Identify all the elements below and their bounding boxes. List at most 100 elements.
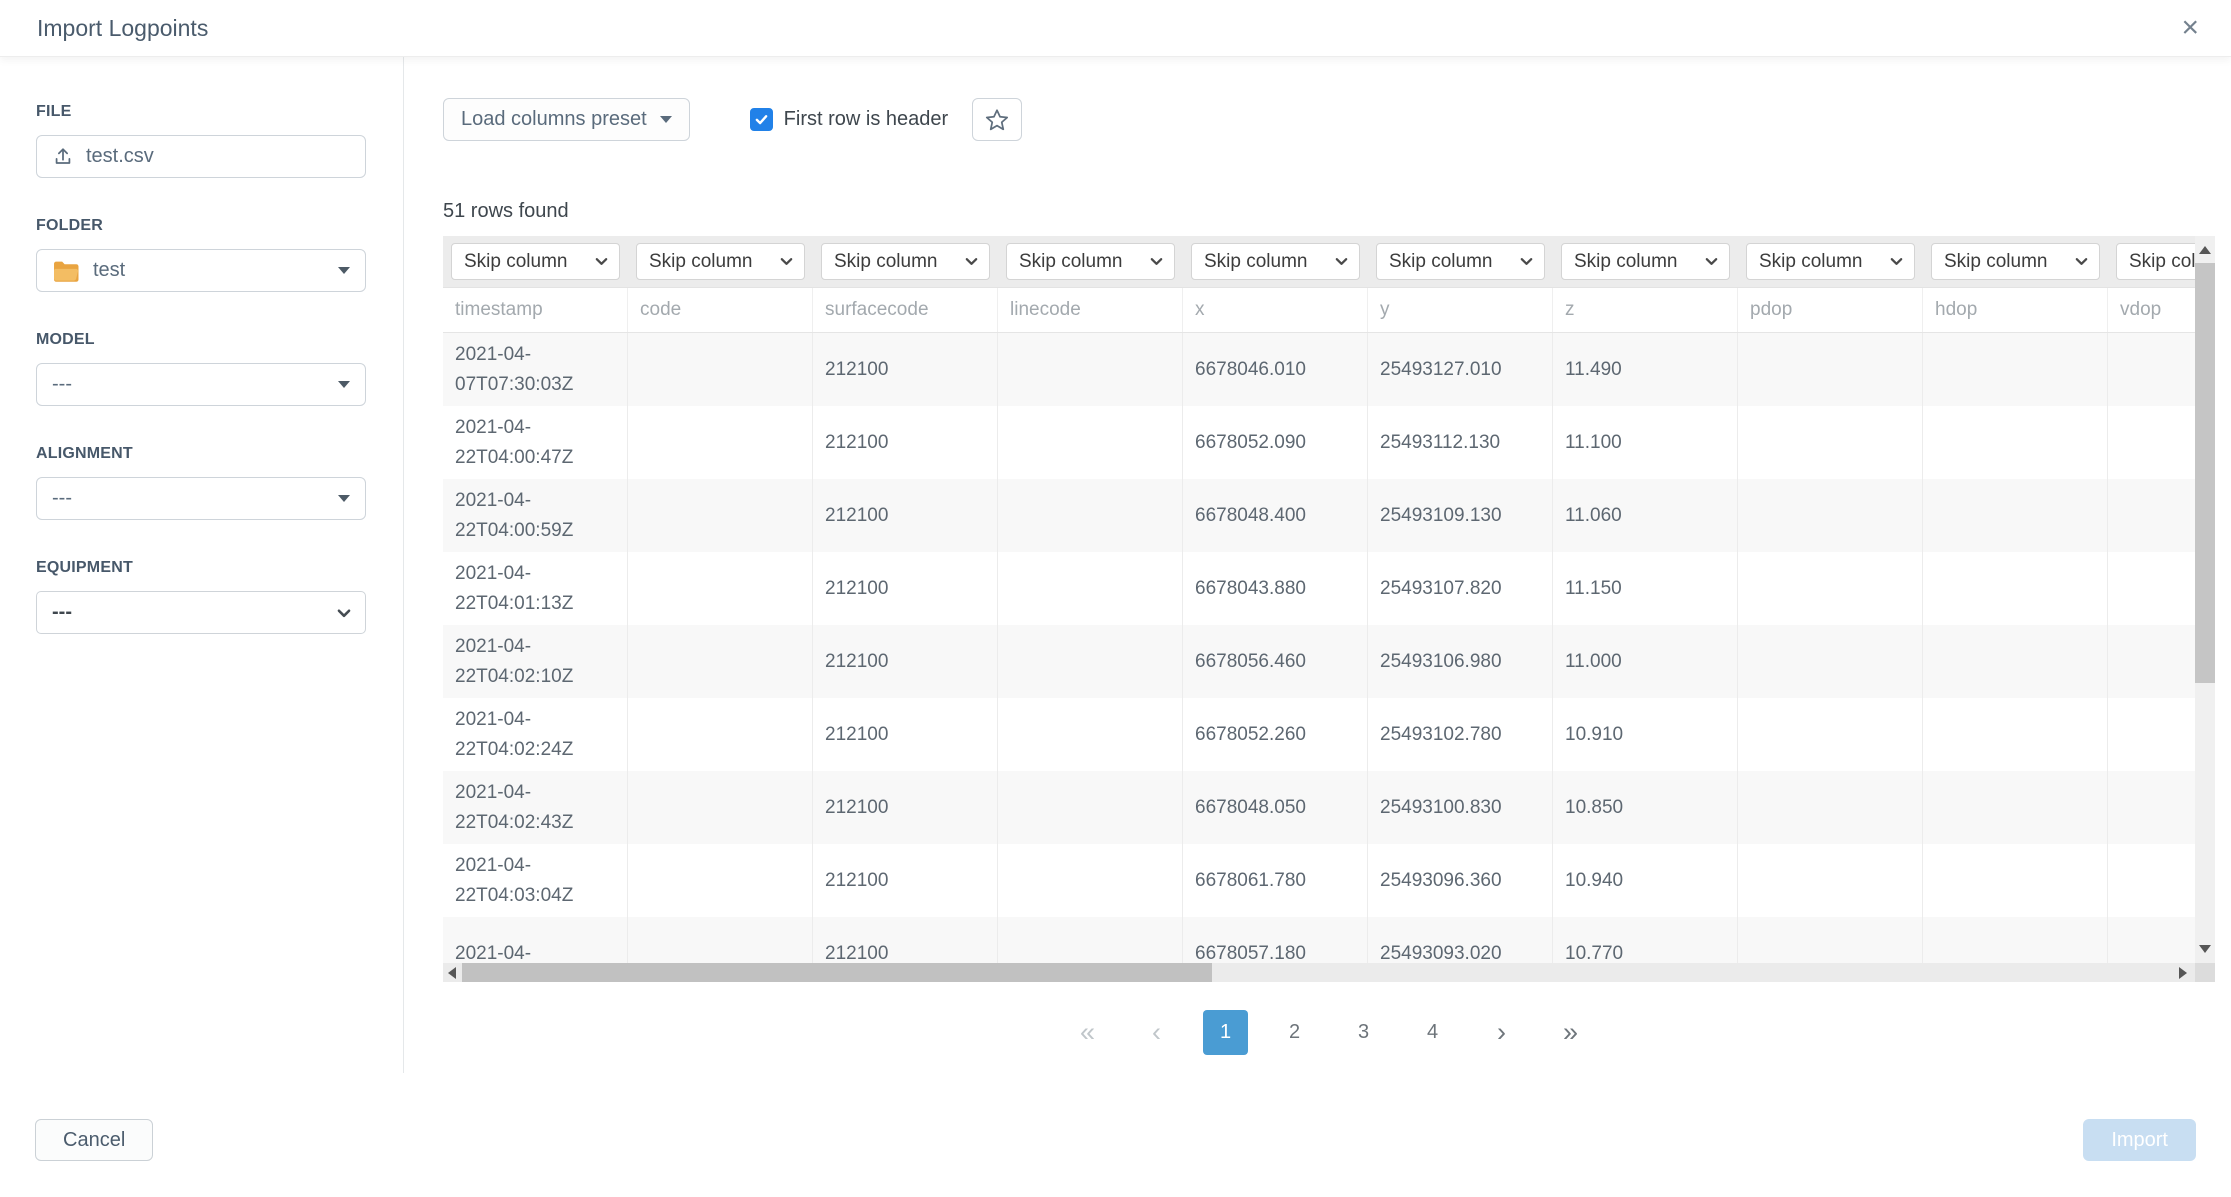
skip-column-select[interactable]: Skip column <box>451 243 620 280</box>
cell-code <box>628 406 813 479</box>
scroll-right-icon[interactable] <box>2179 967 2187 979</box>
skip-select-cell: Skip column <box>1553 243 1738 280</box>
cell-pdop <box>1738 625 1923 698</box>
alignment-select[interactable]: --- <box>36 477 366 520</box>
horizontal-scrollbar[interactable] <box>443 963 2215 982</box>
chevron-down-icon <box>964 254 979 269</box>
cell-pdop <box>1738 771 1923 844</box>
cell-y: 25493109.130 <box>1368 479 1553 552</box>
cell-timestamp: 2021-04-22T04:02:24Z <box>443 698 628 771</box>
first-page-button[interactable]: « <box>1065 1010 1110 1055</box>
equipment-value: --- <box>52 601 72 624</box>
skip-column-select[interactable]: Skip column <box>1376 243 1545 280</box>
skip-select-cell: Skip column <box>1183 243 1368 280</box>
cell-z: 10.850 <box>1553 771 1738 844</box>
skip-column-select[interactable]: Skip column <box>636 243 805 280</box>
import-preview-table: Skip column Skip column Skip column Skip co… <box>443 236 2215 982</box>
table-row: 2021-04-22T04:01:13Z2121006678043.880254… <box>443 552 2215 625</box>
cell-surfacecode: 212100 <box>813 479 998 552</box>
scroll-down-icon[interactable] <box>2199 945 2211 953</box>
prev-page-button[interactable]: ‹ <box>1134 1010 1179 1055</box>
vertical-scrollbar[interactable] <box>2195 236 2215 963</box>
first-row-header-label: First row is header <box>784 108 949 131</box>
cell-hdop <box>1923 698 2108 771</box>
cell-x: 6678052.260 <box>1183 698 1368 771</box>
checkbox-box[interactable] <box>750 108 773 131</box>
cell-z: 11.490 <box>1553 333 1738 406</box>
skip-column-select[interactable]: Skip column <box>1931 243 2100 280</box>
star-icon <box>984 107 1010 133</box>
column-header-label: vdop <box>2120 299 2161 321</box>
cell-value: 11.100 <box>1565 428 1622 458</box>
toolbar: Load columns preset First row is header <box>443 98 2231 141</box>
scroll-up-icon[interactable] <box>2199 246 2211 254</box>
cell-value: 6678052.090 <box>1195 428 1306 458</box>
cell-value: 10.940 <box>1565 866 1623 896</box>
rows-found-text: 51 rows found <box>443 200 2231 223</box>
cell-value: 2021-04-22T04:00:59Z <box>455 486 615 546</box>
vertical-scroll-thumb[interactable] <box>2195 263 2215 683</box>
pagination: « ‹ 1234 › » <box>443 1010 2215 1055</box>
column-header-linecode: linecode <box>998 288 1183 332</box>
file-field: FILE test.csv <box>36 103 366 178</box>
skip-column-value: Skip column <box>464 251 568 273</box>
cell-surfacecode: 212100 <box>813 917 998 963</box>
equipment-label: EQUIPMENT <box>36 559 366 577</box>
table-row: 2021-04-22T04:00:59Z2121006678048.400254… <box>443 479 2215 552</box>
cancel-button[interactable]: Cancel <box>35 1119 153 1161</box>
table-row: 2021-04-22T04:00:47Z2121006678052.090254… <box>443 406 2215 479</box>
last-page-button[interactable]: » <box>1548 1010 1593 1055</box>
load-columns-preset-button[interactable]: Load columns preset <box>443 98 690 141</box>
equipment-select[interactable]: --- <box>36 591 366 634</box>
cell-value: 10.850 <box>1565 793 1623 823</box>
cell-hdop <box>1923 625 2108 698</box>
file-label: FILE <box>36 103 366 121</box>
cell-z: 11.000 <box>1553 625 1738 698</box>
close-button[interactable]: × <box>2175 13 2205 43</box>
main-panel: Load columns preset First row is header <box>404 57 2231 1073</box>
column-header-code: code <box>628 288 813 332</box>
file-input[interactable]: test.csv <box>36 135 366 178</box>
cell-value: 2021-04-22T04:01:13Z <box>455 559 615 619</box>
cell-surfacecode: 212100 <box>813 552 998 625</box>
cell-x: 6678048.050 <box>1183 771 1368 844</box>
chevron-down-icon <box>1519 254 1534 269</box>
skip-column-select[interactable]: Skip column <box>1746 243 1915 280</box>
cell-code <box>628 333 813 406</box>
cell-code <box>628 917 813 963</box>
cell-y: 25493127.010 <box>1368 333 1553 406</box>
close-icon: × <box>2181 11 2199 44</box>
modal-header: Import Logpoints × <box>0 0 2231 57</box>
scroll-left-icon[interactable] <box>448 967 456 979</box>
page-button-1[interactable]: 1 <box>1203 1010 1248 1055</box>
cell-surfacecode: 212100 <box>813 333 998 406</box>
cell-value: 11.150 <box>1565 574 1622 604</box>
skip-column-value: Skip column <box>1019 251 1123 273</box>
skip-column-select[interactable]: Skip column <box>1191 243 1360 280</box>
cell-timestamp: 2021-04-07T07:30:03Z <box>443 333 628 406</box>
model-select[interactable]: --- <box>36 363 366 406</box>
cell-timestamp: 2021-04-22T04:02:43Z <box>443 771 628 844</box>
cell-x: 6678061.780 <box>1183 844 1368 917</box>
cell-x: 6678057.180 <box>1183 917 1368 963</box>
first-row-header-checkbox[interactable]: First row is header <box>750 108 949 131</box>
cell-surfacecode: 212100 <box>813 625 998 698</box>
cell-hdop <box>1923 333 2108 406</box>
save-preset-star-button[interactable] <box>972 98 1022 141</box>
page-button-4[interactable]: 4 <box>1410 1010 1455 1055</box>
page-button-3[interactable]: 3 <box>1341 1010 1386 1055</box>
next-page-button[interactable]: › <box>1479 1010 1524 1055</box>
caret-down-icon <box>338 495 350 502</box>
import-button[interactable]: Import <box>2083 1119 2196 1161</box>
column-header-label: hdop <box>1935 299 1977 321</box>
horizontal-scroll-thumb[interactable] <box>462 963 1212 982</box>
cell-z: 10.940 <box>1553 844 1738 917</box>
folder-select[interactable]: test <box>36 249 366 292</box>
cell-value: 25493127.010 <box>1380 355 1502 385</box>
column-header-pdop: pdop <box>1738 288 1923 332</box>
chevron-down-icon <box>1149 254 1164 269</box>
skip-column-select[interactable]: Skip column <box>1561 243 1730 280</box>
skip-column-select[interactable]: Skip column <box>821 243 990 280</box>
page-button-2[interactable]: 2 <box>1272 1010 1317 1055</box>
skip-column-select[interactable]: Skip column <box>1006 243 1175 280</box>
